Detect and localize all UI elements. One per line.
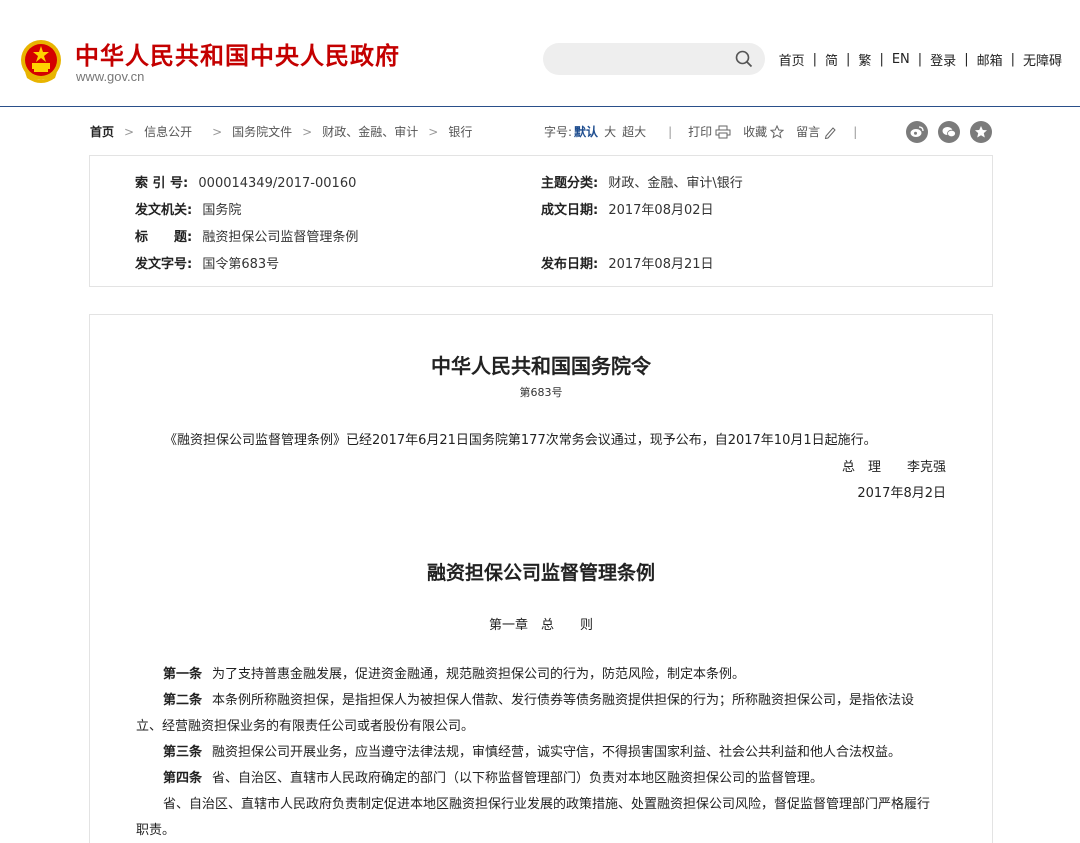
meta-title-label: 标 题:	[135, 230, 193, 245]
meta-docno-value: 国令第683号	[202, 257, 280, 272]
document-meta-table: 索 引 号: 000014349/2017-00160 主题分类: 财政、金融、…	[89, 155, 993, 287]
share-buttons	[906, 121, 992, 143]
site-url: www.gov.cn	[76, 69, 145, 84]
message-label: 留言	[796, 125, 821, 139]
article-1: 第一条 为了支持普惠金融发展，促进资金融通，规范融资担保公司的行为，防范风险，制定…	[163, 665, 745, 685]
meta-category-value: 财政、金融、审计\银行	[608, 176, 743, 191]
national-emblem-icon[interactable]	[19, 38, 63, 86]
article-3-text: 融资担保公司开展业务，应当遵守法律法规，审慎经营，诚实守信，不得损害国家利益、社…	[212, 745, 902, 760]
article-1-text: 为了支持普惠金融发展，促进资金融通，规范融资担保公司的行为，防范风险，制定本条例…	[212, 667, 746, 682]
article-2-label: 第二条	[163, 693, 203, 708]
nav-mail-link[interactable]: 邮箱	[977, 50, 1003, 69]
meta-index-value: 000014349/2017-00160	[198, 176, 357, 191]
nav-separator: |	[879, 52, 884, 67]
regulation-title: 融资担保公司监督管理条例	[426, 562, 655, 584]
article-4: 第四条 省、自治区、直辖市人民政府确定的部门（以下称监督管理部门）负责对本地区融资…	[163, 769, 823, 789]
printer-icon	[715, 125, 731, 138]
nav-separator: |	[917, 52, 923, 67]
meta-docno-label: 发文字号:	[135, 257, 193, 272]
site-header: 中华人民共和国中央人民政府 www.gov.cn 首页 | 简 | 繁 | EN…	[0, 0, 1080, 107]
breadcrumb-arrow-icon: >	[124, 124, 135, 139]
print-button[interactable]: 打印	[688, 123, 731, 140]
print-label: 打印	[688, 125, 713, 139]
breadcrumb-arrow-icon: >	[212, 124, 223, 139]
chapter-heading: 第一章 总 则	[488, 618, 593, 633]
meta-issuer-value: 国务院	[202, 203, 242, 218]
nav-separator: |	[964, 52, 969, 67]
font-size-label: 字号:	[544, 125, 573, 139]
breadcrumb-state-council-docs[interactable]: 国务院文件	[232, 123, 292, 140]
message-button[interactable]: 留言	[796, 123, 837, 140]
nav-separator: |	[846, 52, 851, 67]
tools-separator: |	[668, 124, 673, 139]
article-tools: 字号: 默认 大 超大 | 打印 收藏 留言 |	[544, 123, 857, 140]
article-2: 第二条 本条例所称融资担保，是指担保人为被担保人借款、发行债券等债务融资提供担保的…	[163, 691, 914, 711]
article-4-label: 第四条	[163, 771, 203, 786]
breadcrumb-finance[interactable]: 财政、金融、审计	[322, 123, 418, 140]
font-size-xlarge[interactable]: 超大	[622, 123, 646, 140]
article-4-paragraph-2-continued: 职责。	[136, 823, 176, 838]
breadcrumb: 首页 > 信息公开 > 国务院文件 > 财政、金融、审计 > 银行	[90, 123, 472, 140]
article-1-label: 第一条	[163, 667, 203, 682]
article-body: 中华人民共和国国务院令 第683号 《融资担保公司监督管理条例》已经2017年6…	[89, 314, 993, 843]
order-sign-date: 2017年8月2日	[857, 486, 946, 501]
nav-separator: |	[1010, 52, 1015, 67]
meta-issuer-row: 发文机关: 国务院	[135, 199, 241, 218]
weibo-share-icon[interactable]	[906, 121, 928, 143]
site-title[interactable]: 中华人民共和国中央人民政府	[75, 36, 400, 71]
star-icon	[770, 124, 785, 139]
breadcrumb-home[interactable]: 首页	[90, 123, 114, 140]
qzone-share-icon[interactable]	[970, 121, 992, 143]
font-size-default[interactable]: 默认	[574, 123, 598, 140]
meta-published-label: 发布日期:	[541, 257, 599, 272]
order-number: 第683号	[519, 386, 563, 399]
breadcrumb-bank[interactable]: 银行	[448, 123, 472, 140]
meta-docno-row: 发文字号: 国令第683号	[135, 253, 279, 272]
nav-traditional-link[interactable]: 繁	[858, 50, 871, 69]
article-4-text: 省、自治区、直辖市人民政府确定的部门（以下称监督管理部门）负责对本地区融资担保公…	[212, 771, 824, 786]
article-3: 第三条 融资担保公司开展业务，应当遵守法律法规，审慎经营，诚实守信，不得损害国家利…	[163, 743, 901, 763]
nav-simplified-link[interactable]: 简	[825, 50, 838, 69]
order-intro: 《融资担保公司监督管理条例》已经2017年6月21日国务院第177次常务会议通过…	[164, 433, 877, 448]
breadcrumb-arrow-icon: >	[428, 124, 439, 139]
breadcrumb-info-public[interactable]: 信息公开	[144, 123, 192, 140]
font-size-large[interactable]: 大	[604, 123, 616, 140]
nav-separator: |	[812, 52, 818, 67]
favorite-button[interactable]: 收藏	[743, 123, 785, 140]
meta-created-row: 成文日期: 2017年08月02日	[541, 199, 714, 218]
meta-created-value: 2017年08月02日	[608, 203, 714, 218]
meta-category-label: 主题分类:	[541, 176, 599, 191]
search-icon[interactable]	[735, 50, 753, 68]
meta-category-row: 主题分类: 财政、金融、审计\银行	[541, 172, 743, 191]
wechat-share-icon[interactable]	[938, 121, 960, 143]
meta-index-label: 索 引 号:	[135, 176, 189, 191]
order-title: 中华人民共和国国务院令	[431, 354, 651, 378]
breadcrumb-arrow-icon: >	[302, 124, 313, 139]
meta-issuer-label: 发文机关:	[135, 203, 193, 218]
article-3-label: 第三条	[163, 745, 203, 760]
meta-created-label: 成文日期:	[541, 203, 599, 218]
meta-title-value: 融资担保公司监督管理条例	[202, 230, 359, 245]
meta-index-row: 索 引 号: 000014349/2017-00160	[135, 172, 356, 191]
article-2-continued: 立、经营融资担保业务的有限责任公司或者股份有限公司。	[136, 719, 475, 734]
meta-published-value: 2017年08月21日	[608, 257, 714, 272]
meta-published-row: 发布日期: 2017年08月21日	[541, 253, 714, 272]
favorite-label: 收藏	[743, 125, 768, 139]
top-nav: 首页 | 简 | 繁 | EN | 登录 | 邮箱 | 无障碍	[779, 50, 1062, 69]
meta-title-row: 标 题: 融资担保公司监督管理条例	[135, 226, 358, 245]
article-2-text: 本条例所称融资担保，是指担保人为被担保人借款、发行债券等债务融资提供担保的行为；…	[212, 693, 915, 708]
tools-separator: |	[853, 124, 858, 139]
search-input[interactable]	[543, 43, 765, 75]
pencil-icon	[825, 126, 836, 139]
nav-login-link[interactable]: 登录	[930, 50, 956, 69]
nav-home-link[interactable]: 首页	[779, 50, 805, 69]
nav-accessibility-link[interactable]: 无障碍	[1023, 50, 1062, 69]
order-signer: 总 理 李克强	[841, 460, 946, 475]
article-4-paragraph-2: 省、自治区、直辖市人民政府负责制定促进本地区融资担保行业发展的政策措施、处置融资…	[163, 797, 931, 812]
nav-english-link[interactable]: EN	[892, 52, 910, 67]
